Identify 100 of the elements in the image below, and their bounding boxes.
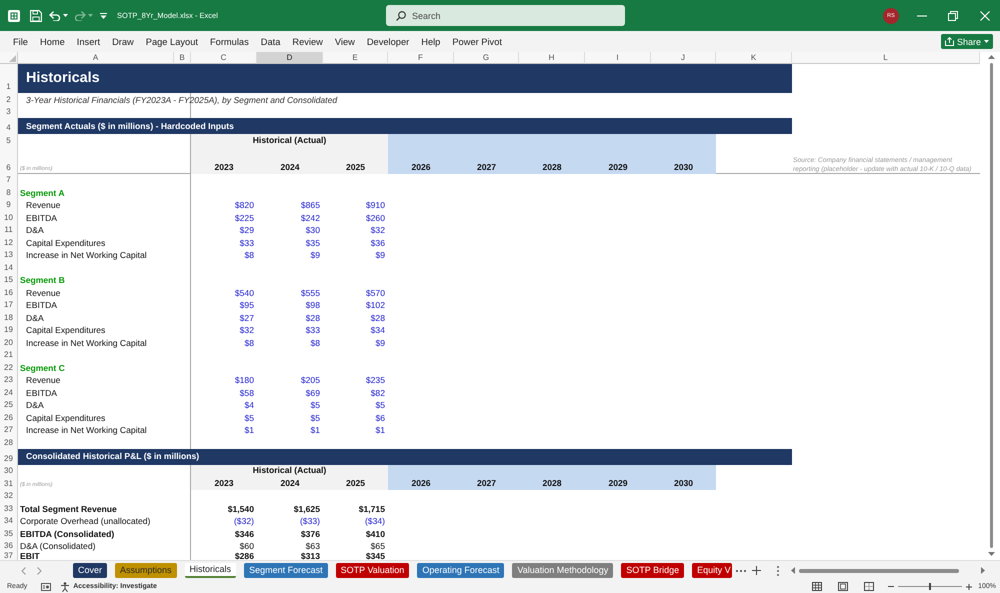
row-header[interactable]: 10 xyxy=(0,211,18,224)
row-header[interactable]: 20 xyxy=(0,336,18,348)
menu-item[interactable]: Review xyxy=(292,36,323,46)
menu-item[interactable]: Help xyxy=(421,36,440,46)
row-header[interactable]: 12 xyxy=(0,236,18,248)
row-header[interactable]: 32 xyxy=(0,490,18,502)
row-header[interactable]: 16 xyxy=(0,286,18,298)
column-header[interactable]: E xyxy=(323,52,388,64)
slider-thumb[interactable] xyxy=(929,583,932,590)
plus-icon[interactable] xyxy=(966,584,972,590)
row-header[interactable]: 31 xyxy=(0,477,18,490)
row-header[interactable]: 34 xyxy=(0,514,18,527)
row-header[interactable]: 7 xyxy=(0,174,18,186)
menu-item[interactable]: View xyxy=(334,36,355,46)
row-header[interactable]: 24 xyxy=(0,386,18,398)
chevron-left-icon[interactable] xyxy=(21,566,26,574)
left-triangle-icon[interactable] xyxy=(790,567,795,574)
menu-item[interactable]: Insert xyxy=(76,36,100,46)
column-header[interactable]: G xyxy=(454,52,519,64)
row-header[interactable]: 13 xyxy=(0,248,18,261)
sheet-tab[interactable]: Assumptions xyxy=(115,563,177,578)
save-icon[interactable] xyxy=(30,10,42,22)
page-layout-view-icon[interactable] xyxy=(838,582,848,591)
row-header[interactable]: 15 xyxy=(0,274,18,286)
minus-icon[interactable] xyxy=(888,586,894,587)
row-header[interactable]: 17 xyxy=(0,298,18,311)
menu-item[interactable]: File xyxy=(13,36,28,46)
row-header[interactable]: 26 xyxy=(0,411,18,424)
menu-item[interactable]: Power Pivot xyxy=(452,36,502,46)
column-header[interactable]: J xyxy=(651,52,716,64)
column-header[interactable]: K xyxy=(716,52,792,64)
row-header[interactable]: 25 xyxy=(0,398,18,411)
undo-icon[interactable] xyxy=(49,10,61,20)
row-header[interactable]: 21 xyxy=(0,348,18,361)
sheet-tab[interactable]: Equity V xyxy=(692,563,732,578)
right-triangle-icon[interactable] xyxy=(980,567,985,574)
sheet-tab[interactable]: SOTP Valuation xyxy=(336,563,410,578)
app-icon[interactable] xyxy=(8,10,20,22)
menu-item[interactable]: Formulas xyxy=(210,36,249,46)
row-header[interactable]: 35 xyxy=(0,527,18,540)
column-header[interactable]: A xyxy=(18,52,174,64)
row-header[interactable]: 28 xyxy=(0,436,18,448)
close-icon[interactable] xyxy=(980,10,990,20)
sheet-tab[interactable]: SOTP Bridge xyxy=(621,563,684,578)
row-header[interactable]: 29 xyxy=(0,448,18,464)
row-header[interactable]: 2 xyxy=(0,93,18,106)
row-label: EBIT xyxy=(20,552,40,560)
column-header[interactable]: L xyxy=(792,52,980,64)
row-header[interactable]: 18 xyxy=(0,311,18,324)
row-header[interactable]: 33 xyxy=(0,502,18,514)
column-header[interactable]: C xyxy=(191,52,257,64)
row-header[interactable]: 6 xyxy=(0,146,18,174)
menu-item[interactable]: Draw xyxy=(112,36,134,46)
row-header[interactable]: 37 xyxy=(0,552,18,560)
row-header[interactable]: 19 xyxy=(0,324,18,336)
caret-down-icon[interactable] xyxy=(63,14,68,17)
sheet-tab[interactable]: Historicals xyxy=(184,563,236,578)
row-header[interactable]: 8 xyxy=(0,186,18,198)
sheet-tab[interactable]: Segment Forecast xyxy=(244,563,328,578)
normal-view-icon[interactable] xyxy=(812,582,822,591)
row-header[interactable]: 9 xyxy=(0,198,18,211)
column-header[interactable]: F xyxy=(388,52,454,64)
page-break-view-icon[interactable] xyxy=(864,582,874,591)
vertical-dots-icon[interactable] xyxy=(776,566,779,576)
row-header[interactable]: 14 xyxy=(0,261,18,274)
menu-item[interactable]: Page Layout xyxy=(146,36,198,46)
column-header[interactable]: H xyxy=(519,52,585,64)
menu-item[interactable]: Developer xyxy=(366,36,410,46)
sheet-tab[interactable]: Operating Forecast xyxy=(417,563,504,578)
customize-toolbar-icon[interactable] xyxy=(100,12,107,18)
column-header[interactable]: B xyxy=(174,52,191,64)
chevron-right-icon[interactable] xyxy=(37,566,42,574)
macro-record-icon[interactable] xyxy=(41,582,52,590)
row-header[interactable]: 23 xyxy=(0,374,18,386)
up-triangle-icon[interactable] xyxy=(988,55,995,59)
sheet-tab[interactable]: Valuation Methodology xyxy=(512,563,614,578)
row-header[interactable]: 1 xyxy=(0,64,18,93)
row-header[interactable]: 5 xyxy=(0,134,18,146)
menu-item[interactable]: Data xyxy=(260,36,280,46)
row-header[interactable]: 27 xyxy=(0,424,18,436)
share-button[interactable]: Share xyxy=(940,34,993,49)
search-field[interactable]: Search xyxy=(386,5,625,26)
plus-icon[interactable] xyxy=(752,566,761,575)
menu-item[interactable]: Home xyxy=(40,36,65,46)
down-triangle-icon[interactable] xyxy=(988,552,995,556)
sheet-tab[interactable]: Cover xyxy=(73,563,108,578)
row-header[interactable]: 22 xyxy=(0,361,18,374)
row-header[interactable]: 4 xyxy=(0,118,18,134)
minimize-icon[interactable] xyxy=(917,14,927,16)
scrollbar-thumb[interactable] xyxy=(798,568,959,572)
row-header[interactable]: 3 xyxy=(0,106,18,118)
scrollbar-thumb[interactable] xyxy=(990,63,993,548)
row-label: Increase in Net Working Capital xyxy=(26,249,147,261)
restore-icon[interactable] xyxy=(948,10,958,20)
table-cell-text: $1 xyxy=(310,424,320,436)
row-header[interactable]: 30 xyxy=(0,464,18,477)
row-header[interactable]: 11 xyxy=(0,224,18,236)
row-header[interactable]: 36 xyxy=(0,540,18,552)
column-header[interactable]: D xyxy=(257,52,323,64)
column-header[interactable]: I xyxy=(585,52,651,64)
